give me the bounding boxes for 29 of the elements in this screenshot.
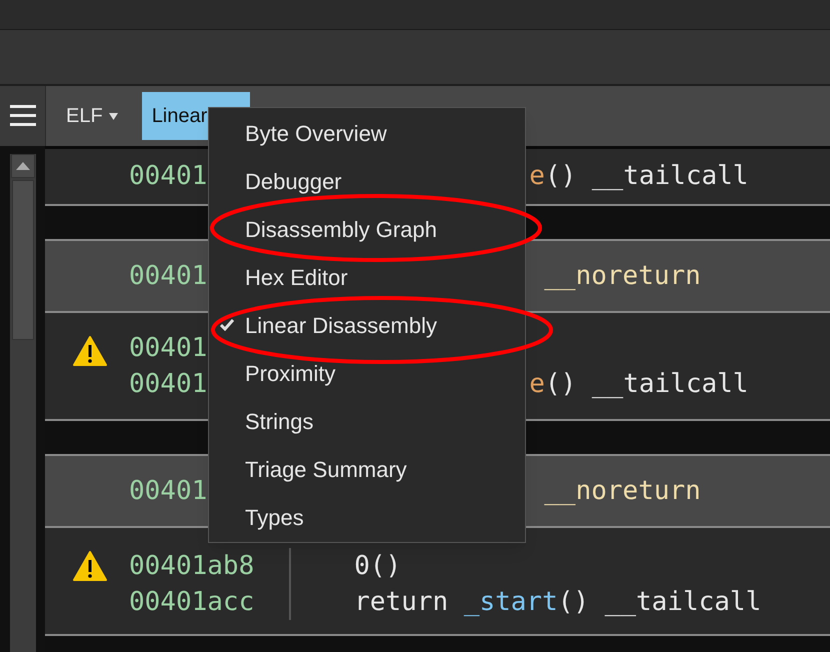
menu-item[interactable]: Hex Editor [209,253,525,301]
scroll-up-button[interactable] [10,154,34,178]
code-line: __noreturn [544,260,701,292]
dropdown-tab[interactable]: ELF [56,92,128,140]
code-line: 0() [354,550,402,582]
address: 00401 [129,368,208,400]
address: 00401ab8 [129,550,254,582]
warning-icon [72,335,108,367]
address: 00401acc [129,586,254,618]
address: 00401 [129,260,208,292]
code-line: e() __tailcall [529,160,748,193]
menu-item[interactable]: Debugger [209,157,525,205]
menu-item[interactable]: Linear Disassembly [209,301,525,349]
address: 00401 [129,160,208,193]
code-line: __noreturn [544,474,701,508]
menu-item[interactable]: Proximity [209,349,525,397]
scrollbar-thumb[interactable] [12,180,34,340]
menu-icon[interactable] [10,105,36,127]
warning-icon [72,550,108,582]
code-line: e() __tailcall [529,368,748,400]
caret-icon [108,112,118,120]
menu-item[interactable]: Triage Summary [209,445,525,493]
up-arrow-icon [16,162,30,170]
address: 00401 [129,332,208,364]
code-line: return _start() __tailcall [354,586,762,618]
menu-item[interactable]: Types [209,493,525,541]
menu-item[interactable]: Strings [209,397,525,445]
menu-item[interactable]: Disassembly Graph [209,205,525,253]
address: 00401 [129,474,208,508]
